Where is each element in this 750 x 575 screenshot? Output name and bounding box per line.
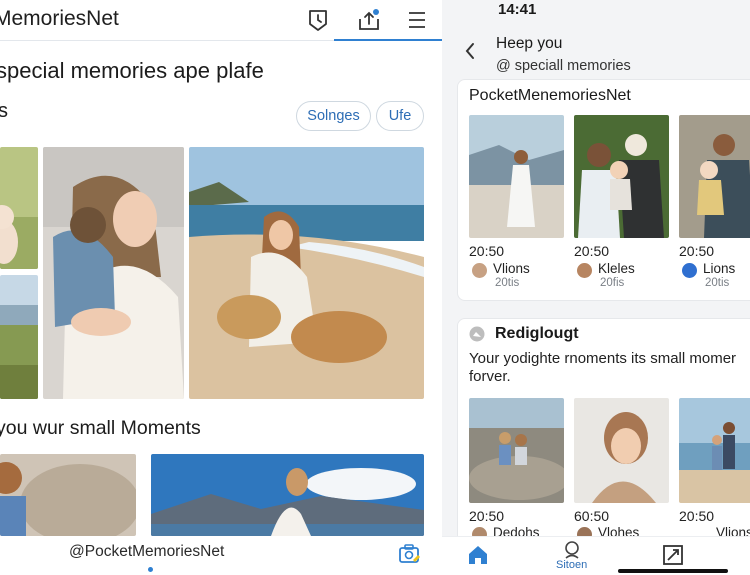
page-headline: special memories ape plafe xyxy=(0,58,264,83)
clock-badge-icon[interactable] xyxy=(304,6,332,34)
avatar xyxy=(472,263,487,278)
thumb-girl-white-dress[interactable] xyxy=(469,115,564,238)
item-name: Vlions xyxy=(493,261,530,276)
item-time: 20:50 xyxy=(679,243,715,259)
shared-album-card[interactable]: PocketMenemoriesNet 20:50 Vlions 20tis 2… xyxy=(457,79,750,301)
feed-pane: MemoriesNet special memories ape plafe s… xyxy=(0,0,442,575)
photo-woman-on-beach[interactable] xyxy=(189,147,424,399)
thumb-mother-baby-rocks[interactable] xyxy=(679,115,750,238)
camera-edit-icon[interactable] xyxy=(397,542,421,571)
photo-woman-lake-mountains[interactable] xyxy=(151,454,424,536)
thumb-family-beach[interactable] xyxy=(679,398,750,503)
nav-label-search[interactable]: Sitoen xyxy=(556,559,587,571)
item-count: 20tis xyxy=(705,277,730,289)
photo-baby-grass[interactable] xyxy=(0,147,38,269)
chat-pane: 14:41 Heep you @ speciall memories Pocke… xyxy=(442,0,750,575)
card-title: Rediglougt xyxy=(495,325,579,342)
memories-card[interactable]: Rediglougt Your yodighte rnoments its sm… xyxy=(457,318,750,548)
chat-title: Heep you xyxy=(496,35,563,52)
item-count: 20fis xyxy=(600,277,625,289)
photo-mother-child-hug[interactable] xyxy=(43,147,184,399)
gallery-icon[interactable] xyxy=(662,544,684,571)
page-subhead: s xyxy=(0,100,8,122)
chip-songs[interactable]: Solnges xyxy=(296,101,371,131)
item-time: 20:50 xyxy=(469,508,505,524)
item-time: 20:50 xyxy=(574,243,610,259)
card-title: PocketMenemoriesNet xyxy=(469,87,631,104)
menu-icon[interactable] xyxy=(403,6,431,34)
item-time: 20:50 xyxy=(679,508,715,524)
upload-tray-icon[interactable] xyxy=(355,6,383,34)
avatar xyxy=(682,263,697,278)
photo-coast-hills[interactable] xyxy=(0,275,38,399)
top-bar: MemoriesNet xyxy=(0,0,442,41)
item-name: Lions xyxy=(703,261,736,276)
app-title: MemoriesNet xyxy=(0,7,119,30)
card-body-text: Your yodighte rnoments its small momer f… xyxy=(469,350,737,385)
home-icon[interactable] xyxy=(466,543,490,572)
album-icon xyxy=(469,326,485,347)
section-title: you wur small Moments xyxy=(0,417,201,439)
status-bar-time: 14:41 xyxy=(498,1,537,18)
item-time: 20:50 xyxy=(469,243,505,259)
page-indicator-dot xyxy=(148,567,153,572)
item-time: 60:50 xyxy=(574,508,610,524)
chat-subtitle: @ speciall memories xyxy=(496,58,631,74)
photo-child-rocks[interactable] xyxy=(0,454,136,536)
item-count: 20tis xyxy=(495,277,520,289)
thumb-kids-rocks[interactable] xyxy=(469,398,564,503)
thumb-girl-smile[interactable] xyxy=(574,398,669,503)
account-handle[interactable]: @PocketMemoriesNet xyxy=(69,543,224,561)
home-indicator xyxy=(618,569,728,573)
active-tab-indicator xyxy=(334,39,442,41)
thumb-family-trees[interactable] xyxy=(574,115,669,238)
back-chevron-icon[interactable] xyxy=(464,42,476,65)
avatar xyxy=(577,263,592,278)
item-name: Kleles xyxy=(598,261,635,276)
chip-ufe[interactable]: Ufe xyxy=(376,101,424,131)
